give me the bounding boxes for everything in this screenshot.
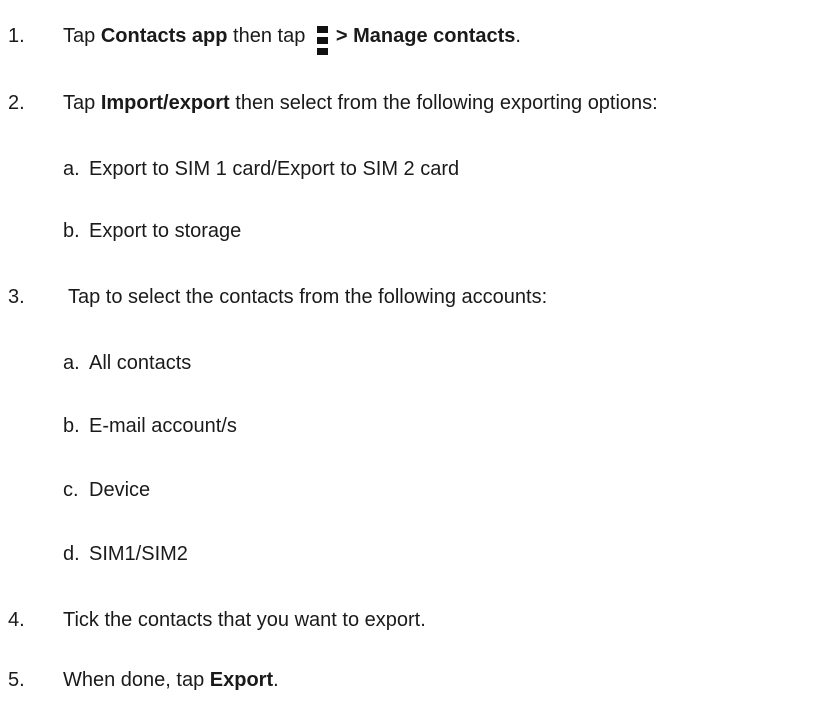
step-prefix: Tap bbox=[63, 92, 101, 114]
step-4: 4. Tick the contacts that you want to ex… bbox=[0, 606, 800, 634]
option-text: E-mail account/s bbox=[89, 415, 237, 437]
step-text: Tap Contacts app then tap > Manage conta… bbox=[63, 22, 521, 55]
menu-path: > Manage contacts bbox=[335, 25, 516, 47]
step-5: 5. When done, tap Export. bbox=[0, 666, 800, 694]
step-text: Tick the contacts that you want to expor… bbox=[63, 609, 426, 631]
step-2: 2. Tap Import/export then select from th… bbox=[0, 89, 826, 117]
step-number: 2. bbox=[8, 92, 25, 114]
option-text: All contacts bbox=[89, 352, 192, 374]
step-3: 3. Tap to select the contacts from the f… bbox=[0, 283, 800, 311]
option-text: Export to SIM 1 card/Export to SIM 2 car… bbox=[89, 158, 460, 180]
step-number: 3. bbox=[8, 286, 25, 308]
more-vertical-icon bbox=[316, 22, 328, 55]
instruction-page: 1. Tap Contacts app then tap > Manage co… bbox=[0, 0, 826, 701]
step-suffix: . bbox=[273, 669, 279, 691]
menu-item-name: Import/export bbox=[100, 92, 230, 114]
app-name: Contacts app bbox=[100, 25, 228, 47]
step-text: Tap to select the contacts from the foll… bbox=[68, 286, 548, 308]
option-text: SIM1/SIM2 bbox=[89, 543, 188, 565]
step-suffix: . bbox=[515, 25, 521, 47]
step-text: Tap Import/export then select from the f… bbox=[63, 89, 658, 117]
step-suffix: then select from the following exporting… bbox=[229, 92, 658, 114]
option-text: Export to storage bbox=[89, 220, 242, 242]
option-text: Device bbox=[89, 479, 151, 501]
step-prefix: Tap bbox=[63, 25, 101, 47]
step-text: When done, tap Export. bbox=[63, 666, 279, 694]
step-number: 1. bbox=[8, 25, 25, 47]
step-1: 1. Tap Contacts app then tap > Manage co… bbox=[0, 22, 800, 55]
step-number: 4. bbox=[8, 609, 25, 631]
step-middle: then tap bbox=[227, 25, 311, 47]
step-prefix: When done, tap bbox=[63, 669, 210, 691]
step-number: 5. bbox=[8, 669, 25, 691]
button-name: Export bbox=[209, 669, 274, 691]
